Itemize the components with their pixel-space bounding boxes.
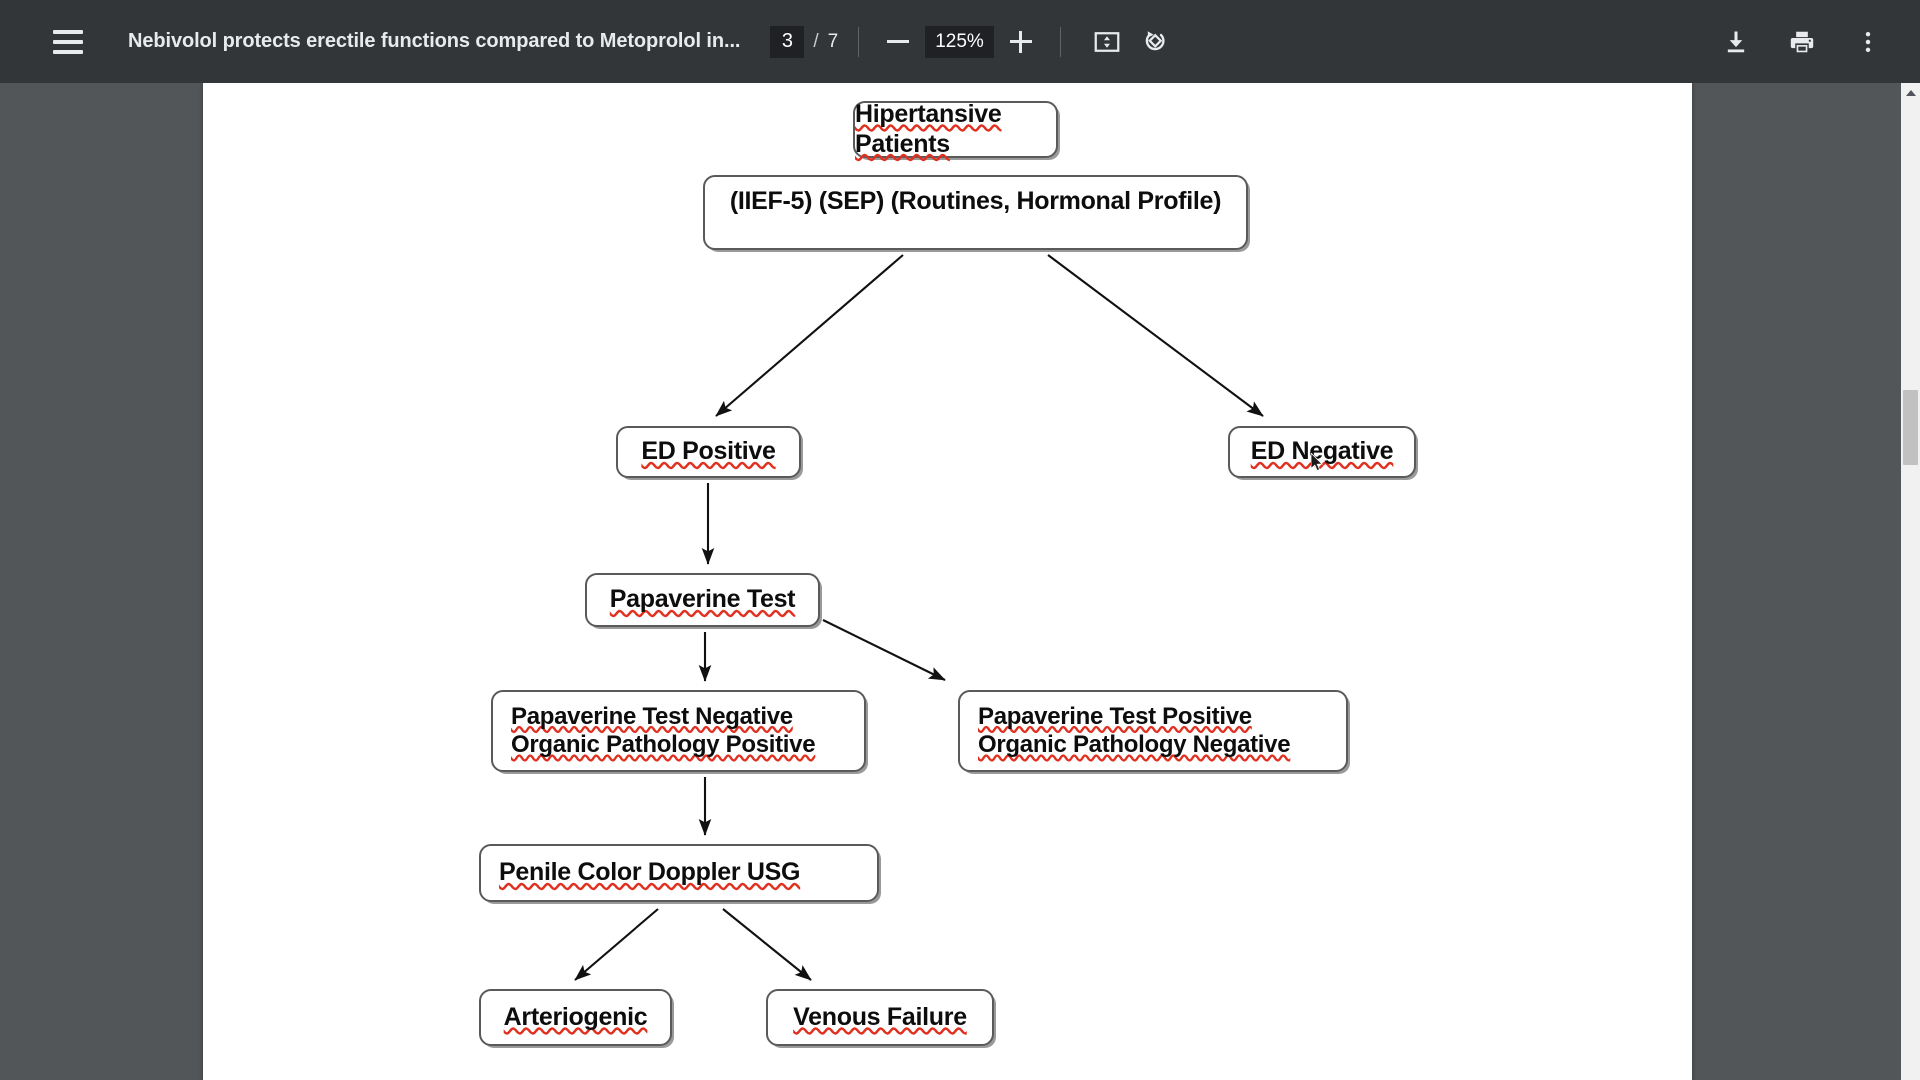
toolbar-right-actions (1714, 20, 1890, 64)
plus-icon-vertical (1019, 30, 1023, 53)
hamburger-menu-icon[interactable] (44, 18, 92, 66)
scroll-up-triangle (1905, 89, 1916, 96)
pdf-page-content: Hipertansive Patients (IIEF-5) (SEP) (Ro… (203, 83, 1692, 1080)
toolbar-divider (1059, 26, 1061, 57)
flowchart-node-ed-negative[interactable]: ED Negative (1228, 426, 1416, 478)
node-label: Venous Failure (793, 1002, 967, 1031)
more-options-icon[interactable] (1846, 20, 1890, 64)
edge-doppler-to-arteriogenic (574, 908, 659, 981)
pdf-viewer-toolbar: Nebivolol protects erectile functions co… (0, 0, 1920, 83)
scroll-up-arrow-icon[interactable] (1901, 83, 1920, 102)
total-page-count: 7 (827, 30, 839, 52)
node-label: Papaverine Test (609, 585, 796, 614)
rotate-counterclockwise-icon[interactable] (1133, 20, 1177, 64)
hamburger-line (53, 29, 83, 34)
node-label: Penile Color Doppler USG (499, 858, 801, 887)
node-label: (IIEF-5) (SEP) (Routines, Hormonal Profi… (729, 187, 1222, 215)
pdf-viewer-area[interactable]: Hipertansive Patients (IIEF-5) (SEP) (Ro… (0, 83, 1920, 1080)
zoom-in-button[interactable] (1002, 23, 1040, 61)
page-separator: / (813, 30, 819, 52)
node-label: Papaverine Test Positive Organic Patholo… (978, 702, 1291, 758)
flowchart-node-hipertansive-patients[interactable]: Hipertansive Patients (853, 100, 1058, 158)
page-number-input[interactable]: 3 (770, 25, 805, 58)
node-label: ED Negative (1250, 437, 1394, 466)
download-icon[interactable] (1714, 20, 1758, 64)
fit-to-page-icon[interactable] (1085, 20, 1129, 64)
node-label: Hipertansive Patients (855, 100, 1002, 158)
edge-doppler-to-venous (722, 908, 812, 981)
page-navigation: 3 / 7 (770, 25, 839, 58)
node-label: Papaverine Test Negative Organic Patholo… (511, 702, 816, 758)
flowchart-node-penile-color-doppler-usg[interactable]: Penile Color Doppler USG (479, 844, 879, 902)
edge-papaverine-to-pos (822, 619, 946, 681)
node-label: Arteriogenic (503, 1002, 648, 1031)
zoom-controls: 125% (879, 23, 1040, 61)
flowchart-node-papaverine-positive-organic-negative[interactable]: Papaverine Test Positive Organic Patholo… (958, 690, 1348, 772)
hamburger-line (53, 49, 83, 54)
flowchart-node-ed-positive[interactable]: ED Positive (616, 426, 801, 478)
flowchart-node-papaverine-test[interactable]: Papaverine Test (585, 573, 820, 627)
print-icon[interactable] (1780, 20, 1824, 64)
toolbar-divider (858, 26, 860, 57)
flowchart-node-iief5-sep-routines[interactable]: (IIEF-5) (SEP) (Routines, Hormonal Profi… (703, 175, 1248, 250)
node-label: ED Positive (641, 437, 776, 466)
flowchart-node-papaverine-negative-organic-positive[interactable]: Papaverine Test Negative Organic Patholo… (491, 690, 866, 772)
minus-icon (887, 40, 910, 43)
flowchart-node-venous-failure[interactable]: Venous Failure (766, 989, 994, 1046)
edge-iief-to-ed-positive (715, 254, 904, 417)
zoom-out-button[interactable] (879, 23, 917, 61)
flowchart-node-arteriogenic[interactable]: Arteriogenic (479, 989, 672, 1046)
edge-iief-to-ed-negative (1047, 254, 1264, 417)
document-title: Nebivolol protects erectile functions co… (128, 30, 741, 52)
scrollbar-thumb[interactable] (1903, 390, 1918, 465)
vertical-scrollbar[interactable] (1901, 83, 1920, 1080)
hamburger-line (53, 39, 83, 44)
pdf-page: Hipertansive Patients (IIEF-5) (SEP) (Ro… (203, 83, 1692, 1080)
zoom-level-value[interactable]: 125% (925, 25, 994, 58)
